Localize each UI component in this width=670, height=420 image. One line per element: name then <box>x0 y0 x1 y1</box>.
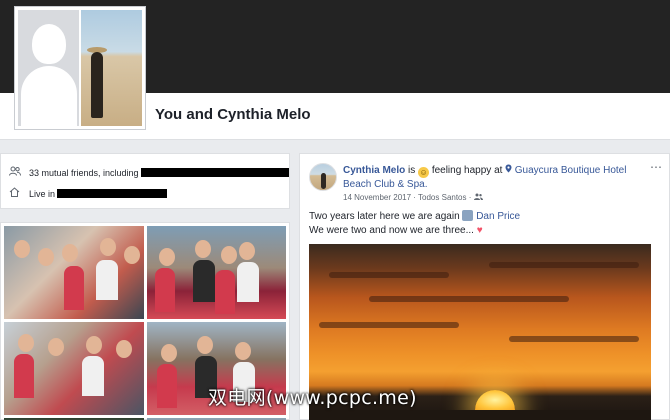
intro-card: 33 mutual friends, including Live in <box>0 153 290 209</box>
post-date[interactable]: 14 November 2017 <box>343 193 411 202</box>
person-face <box>234 342 251 360</box>
person-dress <box>154 268 175 312</box>
meta-separator: · <box>413 193 416 202</box>
person-shirt <box>82 356 104 396</box>
person-face <box>116 340 132 358</box>
post-location[interactable]: Todos Santos <box>418 193 466 202</box>
person-shirt <box>96 260 118 300</box>
silhouette-shoulders <box>21 66 77 126</box>
person-face <box>86 336 102 354</box>
tagged-user-icon <box>462 210 474 221</box>
person-face <box>18 334 34 352</box>
author-avatar[interactable] <box>309 163 337 191</box>
post-card: Cynthia Melo is ☺ feeling happy at Guayc… <box>299 153 670 420</box>
profile-pictures[interactable] <box>14 6 146 130</box>
heart-icon: ♥ <box>476 225 483 236</box>
is-text: is <box>408 165 416 176</box>
more-options-icon[interactable]: ⋯ <box>650 160 663 174</box>
photo-collage-group-2[interactable] <box>4 322 144 415</box>
photo-collage-group[interactable] <box>4 226 144 319</box>
author-link[interactable]: Cynthia Melo <box>343 165 405 176</box>
person-face <box>158 248 175 266</box>
post-text-1: Two years later here we are again <box>309 211 460 222</box>
post-line-2: We were two and now we are three... ♥ <box>309 224 520 238</box>
person-face <box>14 240 30 258</box>
person-face <box>62 244 78 262</box>
person-dress <box>64 266 84 310</box>
person-face <box>196 336 213 354</box>
location-pin-icon <box>505 164 515 175</box>
silhouette-head <box>32 24 66 64</box>
cloud-shape <box>329 272 449 278</box>
cynthia-profile-image[interactable] <box>81 10 142 126</box>
friends-privacy-icon[interactable] <box>473 193 483 202</box>
person-dress <box>214 270 235 314</box>
sun-shape <box>475 390 515 410</box>
cloud-shape <box>319 322 459 328</box>
photo-group-beach[interactable] <box>146 226 286 319</box>
watermark: 双电网(www.pcpc.me) <box>208 387 417 409</box>
post-header: Cynthia Melo is ☺ feeling happy at Guayc… <box>343 164 643 191</box>
horizon-line <box>309 410 651 420</box>
page-title: You and Cynthia Melo <box>155 106 311 123</box>
person-figure <box>91 52 103 118</box>
cloud-shape <box>489 262 639 268</box>
cloud-shape <box>509 336 639 342</box>
lives-in-row: Live in <box>9 187 168 200</box>
avatar-figure <box>321 173 326 189</box>
person-face <box>220 246 237 264</box>
person-face <box>194 240 211 258</box>
post-line-1: Two years later here we are again Dan Pr… <box>309 210 520 224</box>
post-meta: 14 November 2017 · Todos Santos · <box>343 193 483 202</box>
friends-icon <box>9 166 23 179</box>
lives-in-text: Live in <box>29 188 56 199</box>
mutual-friends-text: 33 mutual friends, including <box>29 167 139 178</box>
meta-separator: · <box>468 193 472 202</box>
person-face <box>100 238 116 256</box>
person-face <box>38 248 54 266</box>
redacted-names <box>140 168 289 177</box>
person-face <box>238 242 255 260</box>
redacted-location <box>57 189 168 198</box>
mutual-friends-row[interactable]: 33 mutual friends, including <box>9 166 289 179</box>
person-face <box>124 246 140 264</box>
default-avatar-image[interactable] <box>18 10 79 126</box>
person-dress <box>156 364 177 408</box>
post-body: Two years later here we are again Dan Pr… <box>309 210 520 238</box>
person-face <box>48 338 64 356</box>
person-face <box>160 344 177 362</box>
person-dress <box>14 354 34 398</box>
person-suit <box>192 260 215 302</box>
feeling-text: feeling happy at <box>431 165 503 176</box>
tagged-user-link[interactable]: Dan Price <box>476 211 520 222</box>
person-shirt <box>236 262 259 302</box>
home-icon <box>9 187 23 200</box>
cloud-shape <box>369 296 569 302</box>
smile-emoji-icon: ☺ <box>418 167 430 178</box>
post-text-2: We were two and now we are three... <box>309 225 474 236</box>
